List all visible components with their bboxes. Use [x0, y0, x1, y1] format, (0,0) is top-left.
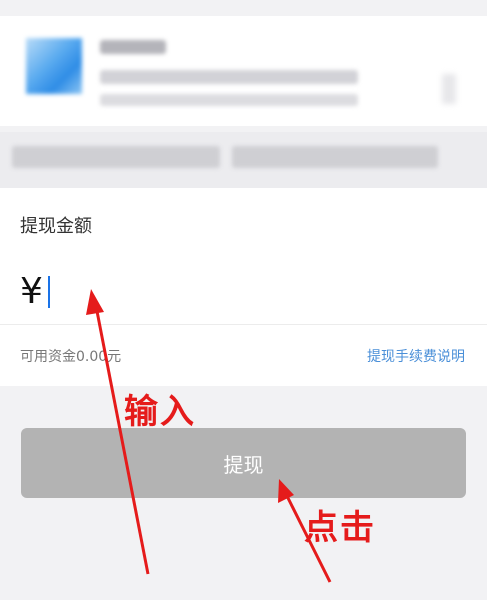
withdraw-form: 提现金额 ¥ 可用资金0.00元 提现手续费说明 — [0, 188, 487, 386]
divider — [0, 324, 487, 325]
blurred-bank-name — [100, 40, 166, 54]
blurred-account-detail — [100, 94, 358, 106]
blurred-info-strip — [0, 132, 487, 188]
text-caret — [48, 276, 50, 308]
input-annotation: 输入 — [124, 392, 196, 432]
bank-account-card[interactable] — [0, 16, 487, 126]
currency-symbol: ¥ — [20, 271, 43, 312]
blurred-info-text — [232, 146, 438, 168]
amount-field-title: 提现金额 — [20, 216, 92, 237]
blurred-account-number — [100, 70, 358, 84]
bank-logo-icon — [26, 38, 82, 94]
chevron-right-icon — [442, 74, 456, 104]
withdraw-button[interactable]: 提现 — [21, 428, 466, 498]
available-balance: 可用资金0.00元 — [20, 349, 122, 365]
blurred-info-text — [12, 146, 220, 168]
amount-input[interactable] — [52, 274, 456, 312]
click-annotation: 点击 — [304, 508, 376, 548]
amount-row[interactable]: ¥ — [20, 268, 467, 318]
fee-description-link[interactable]: 提现手续费说明 — [367, 346, 465, 366]
